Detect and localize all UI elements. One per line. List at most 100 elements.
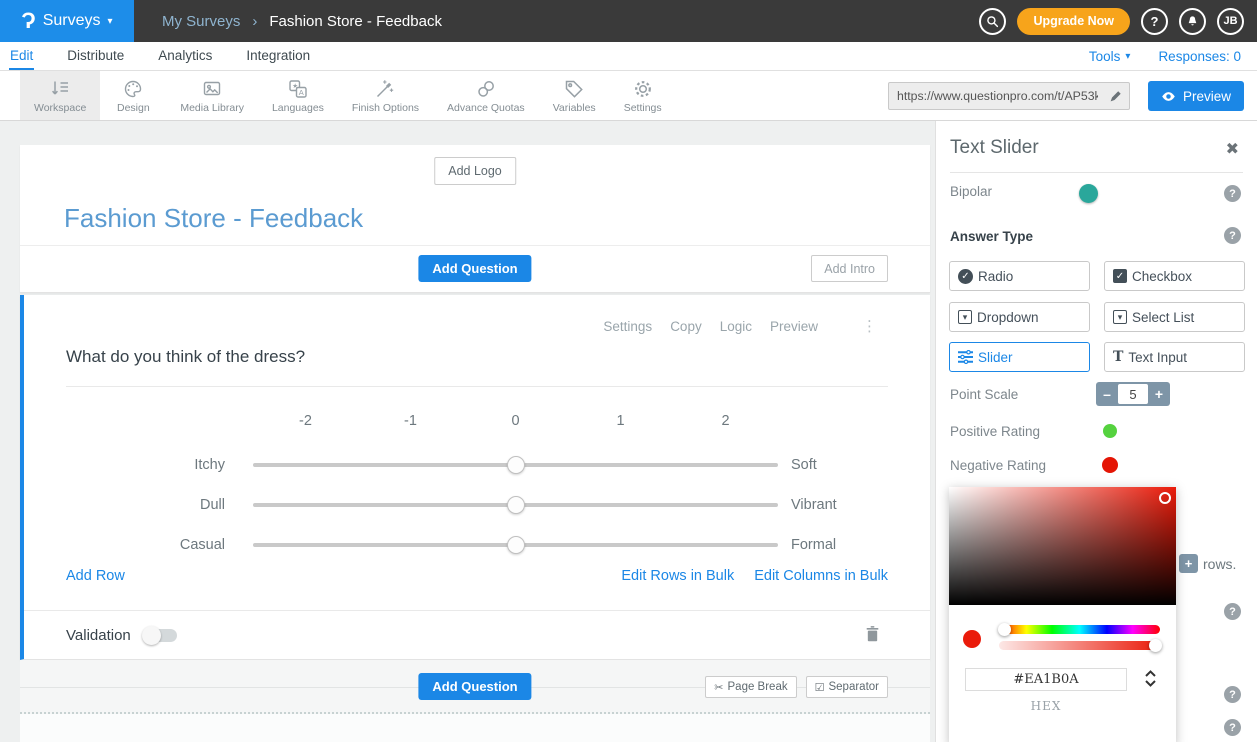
chevron-down-icon[interactable] xyxy=(1145,680,1156,687)
link-chain-icon xyxy=(475,78,497,100)
answer-type-help-button[interactable]: ? xyxy=(1224,227,1241,244)
tab-distribute[interactable]: Distribute xyxy=(66,42,125,70)
row-left-label[interactable]: Casual xyxy=(24,537,253,553)
negative-rating-label: Negative Rating xyxy=(950,458,1046,473)
toolbar-item-design[interactable]: Design xyxy=(100,71,166,120)
slider-handle[interactable] xyxy=(507,496,525,514)
hue-slider[interactable] xyxy=(999,625,1160,634)
add-logo-button[interactable]: Add Logo xyxy=(434,157,516,185)
add-question-button[interactable]: Add Question xyxy=(418,255,531,282)
question-logic-link[interactable]: Logic xyxy=(720,319,752,334)
edit-columns-bulk-link[interactable]: Edit Columns in Bulk xyxy=(754,568,888,584)
help-button[interactable]: ? xyxy=(1224,686,1241,703)
toolbar-item-settings[interactable]: Settings xyxy=(610,71,676,120)
svg-text:A: A xyxy=(299,87,304,96)
add-intro-button[interactable]: Add Intro xyxy=(811,255,888,282)
add-rows-button[interactable]: + xyxy=(1179,554,1198,573)
decrement-button[interactable]: – xyxy=(1096,382,1118,406)
image-icon xyxy=(201,78,223,100)
bipolar-help-button[interactable]: ? xyxy=(1224,185,1241,202)
add-question-button-bottom[interactable]: Add Question xyxy=(418,673,531,700)
nav-right: Tools ▾ Responses: 0 xyxy=(1089,42,1257,70)
slider-track[interactable] xyxy=(253,525,778,565)
search-button[interactable] xyxy=(979,8,1006,35)
answer-type-checkbox[interactable]: ✓ Checkbox xyxy=(1104,261,1245,291)
slider-track[interactable] xyxy=(253,485,778,525)
topbar-actions: Upgrade Now ? JB xyxy=(979,8,1257,35)
close-icon[interactable]: ✖ xyxy=(1226,139,1239,159)
row-left-label[interactable]: Itchy xyxy=(24,457,253,473)
chevron-up-icon[interactable] xyxy=(1145,670,1156,677)
toggle-knob xyxy=(142,626,161,645)
hue-handle[interactable] xyxy=(998,623,1011,636)
toolbar-item-variables[interactable]: Variables xyxy=(539,71,610,120)
toolbar-item-label: Design xyxy=(117,102,150,114)
slider-handle[interactable] xyxy=(507,536,525,554)
help-button[interactable]: ? xyxy=(1141,8,1168,35)
alpha-slider[interactable] xyxy=(999,641,1160,650)
toolbar-item-workspace[interactable]: Workspace xyxy=(20,71,100,120)
row-right-label[interactable]: Soft xyxy=(778,457,817,473)
negative-rating-color-swatch[interactable] xyxy=(1102,457,1118,473)
scale-tick: 2 xyxy=(673,413,778,429)
answer-type-slider[interactable]: Slider xyxy=(949,342,1090,372)
page-break-button[interactable]: ✂ Page Break xyxy=(705,676,796,698)
tools-dropdown[interactable]: Tools ▾ xyxy=(1089,49,1131,64)
point-scale-value[interactable]: 5 xyxy=(1118,384,1148,404)
avatar[interactable]: JB xyxy=(1217,8,1244,35)
toolbar-item-languages[interactable]: ★A Languages xyxy=(258,71,338,120)
tab-edit[interactable]: Edit xyxy=(9,42,34,70)
breadcrumb-my-surveys[interactable]: My Surveys xyxy=(162,13,240,30)
answer-type-dropdown[interactable]: ▾ Dropdown xyxy=(949,302,1090,332)
responses-count[interactable]: Responses: 0 xyxy=(1158,49,1241,64)
answer-type-radio[interactable]: ✓ Radio xyxy=(949,261,1090,291)
toolbar-items: Workspace Design Media Library ★A Langua… xyxy=(0,71,676,120)
tab-integration[interactable]: Integration xyxy=(245,42,311,70)
more-vertical-icon[interactable]: ⋮ xyxy=(862,317,878,335)
edit-rows-bulk-link[interactable]: Edit Rows in Bulk xyxy=(621,568,734,584)
preview-button[interactable]: Preview xyxy=(1148,81,1244,111)
alpha-handle[interactable] xyxy=(1149,639,1162,652)
saturation-selector[interactable] xyxy=(1159,492,1171,504)
row-right-label[interactable]: Vibrant xyxy=(778,497,837,513)
palette-icon xyxy=(122,78,144,100)
scissors-icon: ✂ xyxy=(714,681,723,694)
survey-url-input[interactable] xyxy=(889,89,1102,103)
bell-icon xyxy=(1186,15,1199,28)
question-settings-link[interactable]: Settings xyxy=(603,319,652,334)
svg-text:★: ★ xyxy=(292,83,298,90)
validation-toggle[interactable] xyxy=(144,629,177,642)
help-button[interactable]: ? xyxy=(1224,603,1241,620)
pencil-icon xyxy=(1109,90,1122,103)
validation-row: Validation xyxy=(24,611,930,660)
tab-analytics[interactable]: Analytics xyxy=(157,42,213,70)
saturation-area[interactable] xyxy=(949,487,1176,605)
edit-url-button[interactable] xyxy=(1102,90,1129,103)
question-text[interactable]: What do you think of the dress? xyxy=(66,347,305,367)
survey-title[interactable]: Fashion Store - Feedback xyxy=(64,203,363,234)
notifications-button[interactable] xyxy=(1179,8,1206,35)
separator-button[interactable]: ☑ Separator xyxy=(806,676,888,698)
slider-track[interactable] xyxy=(253,445,778,485)
hex-input[interactable] xyxy=(965,668,1127,691)
answer-type-select-list[interactable]: ▾ Select List xyxy=(1104,302,1245,332)
row-left-label[interactable]: Dull xyxy=(24,497,253,513)
toolbar-item-finish-options[interactable]: Finish Options xyxy=(338,71,433,120)
slider-handle[interactable] xyxy=(507,456,525,474)
help-button[interactable]: ? xyxy=(1224,719,1241,736)
positive-rating-color-swatch[interactable] xyxy=(1103,424,1117,438)
add-row-link[interactable]: Add Row xyxy=(66,568,125,584)
question-copy-link[interactable]: Copy xyxy=(670,319,702,334)
delete-question-button[interactable] xyxy=(865,625,880,648)
question-preview-link[interactable]: Preview xyxy=(770,319,818,334)
preview-label: Preview xyxy=(1183,89,1231,104)
chevron-down-icon: ▾ xyxy=(1125,51,1130,62)
answer-type-text-input[interactable]: T Text Input xyxy=(1104,342,1245,372)
row-right-label[interactable]: Formal xyxy=(778,537,836,553)
toolbar-item-advance-quotas[interactable]: Advance Quotas xyxy=(433,71,539,120)
product-switcher[interactable]: Ɂ Surveys ▾ xyxy=(0,0,134,42)
toolbar-item-media-library[interactable]: Media Library xyxy=(166,71,258,120)
increment-button[interactable]: + xyxy=(1148,382,1170,406)
footer-buttons: ✂ Page Break ☑ Separator xyxy=(705,676,888,698)
upgrade-now-button[interactable]: Upgrade Now xyxy=(1017,8,1130,35)
